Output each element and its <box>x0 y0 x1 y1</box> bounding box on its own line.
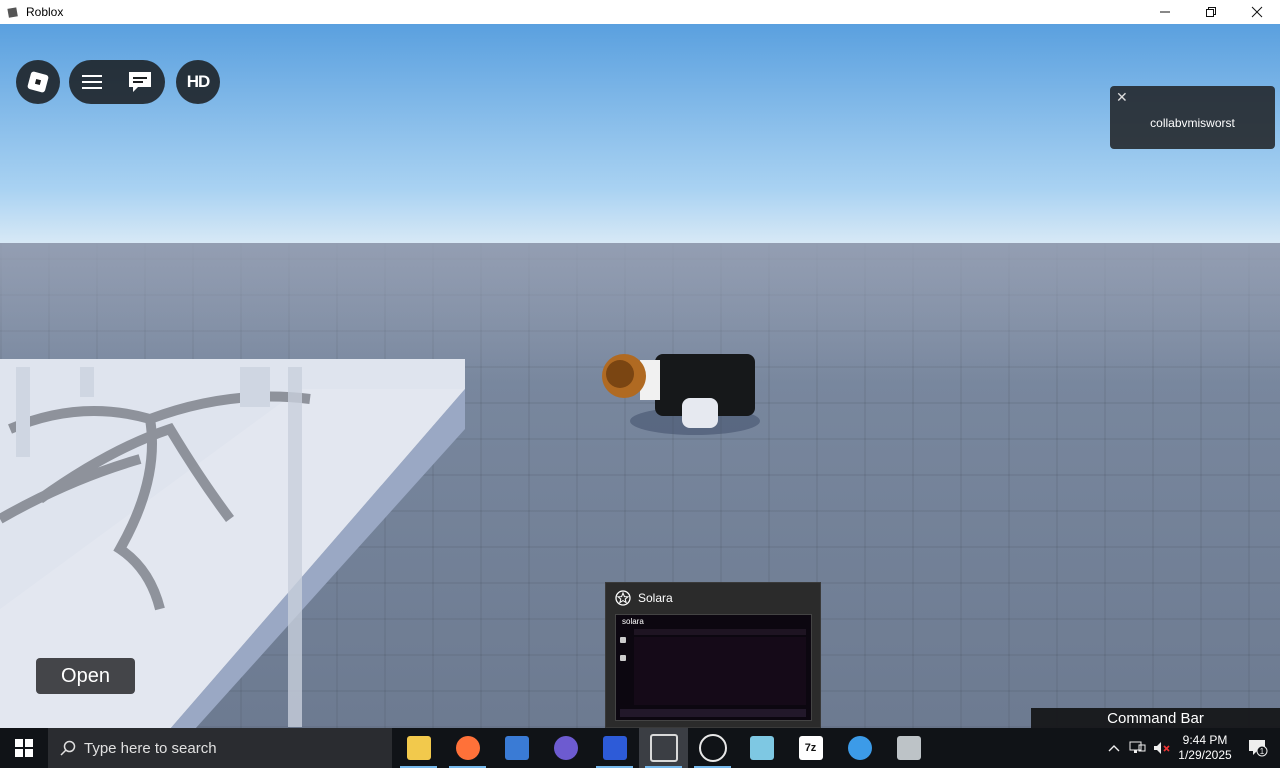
firefox-icon <box>455 736 480 760</box>
app-icon <box>896 736 921 760</box>
app-icon <box>504 736 529 760</box>
app-icon <box>749 736 774 760</box>
taskbar-app-file-explorer[interactable] <box>394 728 443 768</box>
taskbar-clock[interactable]: 9:44 PM 1/29/2025 <box>1174 733 1236 763</box>
close-window-button[interactable] <box>1234 0 1280 24</box>
chevron-up-icon[interactable] <box>1102 744 1126 752</box>
action-center-button[interactable]: 1 <box>1236 739 1280 757</box>
app-icon <box>553 736 578 760</box>
taskbar-app-roblox[interactable] <box>639 728 688 768</box>
solara-icon <box>698 734 727 762</box>
hamburger-menu-icon[interactable] <box>81 73 103 91</box>
start-button[interactable] <box>0 728 48 768</box>
taskbar-app-firefox[interactable] <box>443 728 492 768</box>
preview-editor <box>634 637 806 705</box>
notification-toast: ✕ collabvmisworst <box>1110 86 1275 149</box>
menu-chat-group <box>69 60 165 104</box>
taskbar-thumbnail-preview[interactable]: Solara solara <box>605 582 821 728</box>
notification-close-icon[interactable]: ✕ <box>1116 89 1128 106</box>
minimize-button[interactable] <box>1142 0 1188 24</box>
notification-message: collabvmisworst <box>1150 116 1235 130</box>
taskbar-app-internet-explorer[interactable] <box>835 728 884 768</box>
solara-icon <box>615 590 631 606</box>
preview-bottom-bar <box>620 709 806 717</box>
app-icon <box>602 736 627 760</box>
network-icon[interactable] <box>1126 741 1150 755</box>
windows-logo-icon <box>15 739 33 757</box>
open-button[interactable]: Open <box>36 658 135 694</box>
windows-taskbar: Type here to search 7z 9:44 PM 1/29/2025… <box>0 728 1280 768</box>
command-bar[interactable]: Command Bar <box>1031 708 1280 728</box>
preview-side-icon <box>620 637 626 643</box>
chat-icon[interactable] <box>127 70 153 94</box>
notification-count: 1 <box>1260 747 1265 756</box>
taskbar-app-7zip[interactable]: 7z <box>786 728 835 768</box>
volume-muted-icon[interactable] <box>1150 741 1174 755</box>
restore-icon <box>1206 7 1216 17</box>
roblox-menu-button[interactable] <box>16 60 60 104</box>
minimize-icon <box>1160 11 1170 13</box>
taskbar-app-app-11[interactable] <box>884 728 933 768</box>
taskbar-app-app-3[interactable] <box>492 728 541 768</box>
taskbar-app-app-5[interactable] <box>590 728 639 768</box>
roblox-logo-icon <box>27 71 49 93</box>
search-placeholder: Type here to search <box>84 739 217 757</box>
clock-time: 9:44 PM <box>1182 733 1228 747</box>
close-icon <box>1251 6 1263 18</box>
search-icon <box>60 740 76 756</box>
taskbar-app-app-4[interactable] <box>541 728 590 768</box>
restore-button[interactable] <box>1188 0 1234 24</box>
preview-side-icon <box>620 655 626 661</box>
7z-icon: 7z <box>798 736 823 760</box>
preview-app-label: solara <box>622 617 644 626</box>
ie-icon <box>847 736 872 760</box>
hd-admin-button[interactable]: HD <box>176 60 220 104</box>
taskbar-app-app-8[interactable] <box>737 728 786 768</box>
taskbar-apps: 7z <box>394 728 933 768</box>
window-titlebar: Roblox <box>0 0 1280 24</box>
clock-date: 1/29/2025 <box>1178 748 1232 762</box>
sky <box>0 24 1280 244</box>
notification-icon: 1 <box>1249 740 1268 757</box>
system-tray: 9:44 PM 1/29/2025 1 <box>1102 728 1280 768</box>
roblox-app-icon <box>7 7 18 18</box>
thumbnail-title: Solara <box>638 591 673 605</box>
taskbar-search-box[interactable]: Type here to search <box>48 728 392 768</box>
taskbar-app-solara[interactable] <box>688 728 737 768</box>
player-avatar[interactable] <box>600 346 760 456</box>
window-title: Roblox <box>26 5 64 19</box>
preview-tabs <box>634 629 806 635</box>
roblox-icon <box>649 734 678 762</box>
thumbnail-window-preview: solara <box>615 614 812 721</box>
folder-icon <box>406 736 431 760</box>
